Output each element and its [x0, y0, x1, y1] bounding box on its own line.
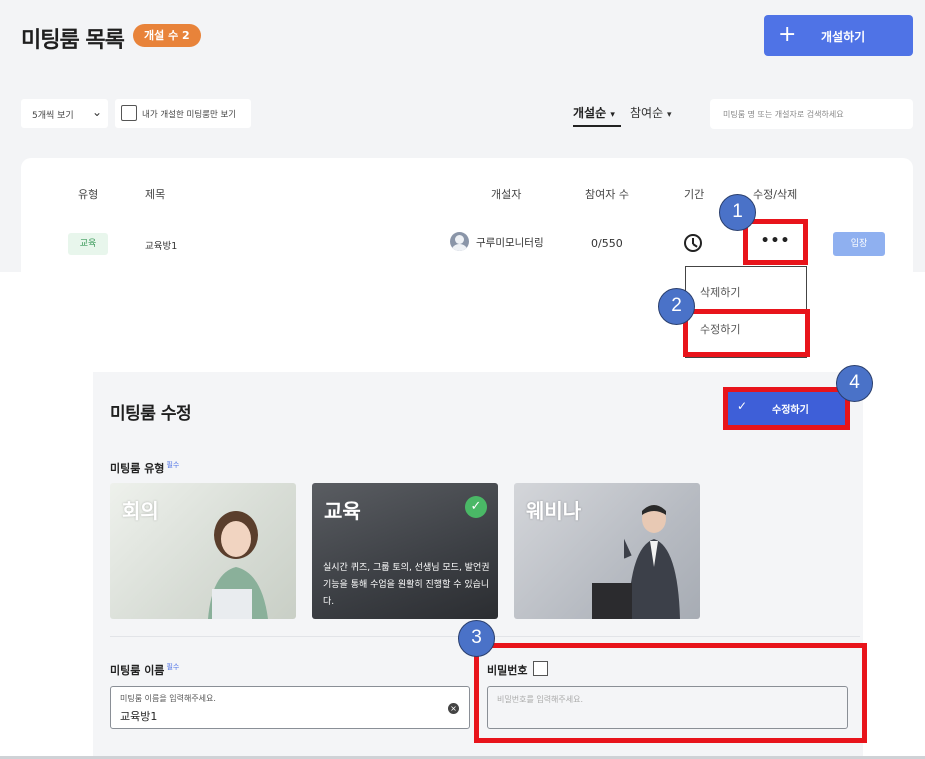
chevron-down-icon: ▾: [610, 110, 615, 120]
room-title: 교육방1: [145, 241, 178, 252]
selected-check-icon: ✓: [465, 496, 487, 518]
room-name-value: 교육방1: [120, 710, 158, 723]
mine-only-filter[interactable]: 내가 개설한 미팅룸만 보기: [115, 99, 251, 128]
count-badge: 개설 수 2: [133, 24, 201, 47]
sort-participants-label: 참여순: [630, 106, 664, 120]
mine-only-label: 내가 개설한 미팅룸만 보기: [142, 110, 237, 120]
highlight-box-more-options: [743, 219, 808, 265]
step-marker-3: 3: [458, 620, 495, 657]
room-creator: 구루미모니터링: [476, 237, 544, 249]
room-type-card-education[interactable]: 교육 ✓ 실시간 퀴즈, 그룹 토의, 선생님 모드, 발언권 기능을 통해 수…: [312, 483, 498, 619]
room-type-badge: 교육: [68, 233, 108, 255]
chevron-down-icon: ⌄: [91, 105, 102, 119]
mine-only-checkbox[interactable]: [121, 105, 137, 121]
avatar: [450, 232, 469, 251]
clock-icon[interactable]: [684, 234, 702, 252]
column-header-edit-delete: 수정/삭제: [753, 188, 798, 201]
highlight-box-password: [474, 643, 867, 743]
room-name-placeholder: 미팅룸 이름을 입력해주세요.: [120, 694, 216, 703]
page-size-value: 5개씩 보기: [32, 111, 74, 121]
room-type-label-text: 미팅룸 유형: [110, 462, 165, 475]
required-tag: 필수: [166, 461, 180, 469]
enter-room-button[interactable]: 입장: [833, 232, 885, 256]
room-type-card-webinar[interactable]: 웨비나: [514, 483, 700, 619]
edit-panel-title: 미팅룸 수정: [110, 404, 192, 424]
create-room-label: 개설하기: [821, 30, 866, 44]
step-marker-2: 2: [658, 288, 695, 325]
room-type-label: 미팅룸 유형 필수: [110, 460, 179, 476]
room-name-label-text: 미팅룸 이름: [110, 664, 165, 677]
room-name-label: 미팅룸 이름 필수: [110, 662, 179, 678]
page-size-select[interactable]: 5개씩 보기 ⌄: [21, 99, 108, 128]
chevron-down-icon: ▾: [666, 110, 672, 120]
plus-icon: +: [778, 22, 797, 47]
column-header-title: 제목: [145, 188, 166, 201]
page-title: 미팅룸 목록: [21, 28, 125, 53]
speaker-illustration: [624, 505, 680, 619]
active-sort-underline: [573, 125, 621, 127]
step-marker-1: 1: [719, 194, 756, 231]
sort-by-participants[interactable]: 참여순 ▾: [630, 104, 671, 121]
room-type-name: 교육: [324, 499, 361, 523]
room-type-name: 회의: [122, 499, 159, 523]
required-tag: 필수: [166, 663, 180, 671]
create-room-button[interactable]: + 개설하기: [764, 15, 913, 56]
sort-created-label: 개설순: [573, 106, 607, 120]
room-type-description: 실시간 퀴즈, 그룹 토의, 선생님 모드, 발언권 기능을 통해 수업을 원활…: [323, 563, 490, 607]
step-marker-4: 4: [836, 365, 873, 402]
column-header-participants: 참여자 수: [585, 188, 629, 201]
column-header-type: 유형: [78, 188, 99, 201]
sort-by-created[interactable]: 개설순 ▾: [573, 104, 615, 121]
column-header-creator: 개설자: [491, 188, 522, 201]
delete-menu-item[interactable]: 삭제하기: [700, 284, 740, 300]
person-illustration: [208, 511, 268, 619]
room-type-card-meeting[interactable]: 회의: [110, 483, 296, 619]
podium-illustration: [592, 583, 632, 619]
column-header-period: 기간: [684, 188, 705, 201]
participant-count: 0/550: [591, 237, 623, 250]
highlight-box-edit-menu: [683, 309, 810, 357]
clear-icon[interactable]: ×: [448, 703, 459, 714]
room-type-name: 웨비나: [526, 499, 582, 523]
search-input[interactable]: 미팅룸 명 또는 개설자로 검색하세요: [710, 99, 913, 129]
search-placeholder: 미팅룸 명 또는 개설자로 검색하세요: [723, 110, 844, 119]
highlight-box-save-button: [723, 387, 850, 430]
room-name-field[interactable]: 미팅룸 이름을 입력해주세요. 교육방1 ×: [110, 686, 470, 729]
